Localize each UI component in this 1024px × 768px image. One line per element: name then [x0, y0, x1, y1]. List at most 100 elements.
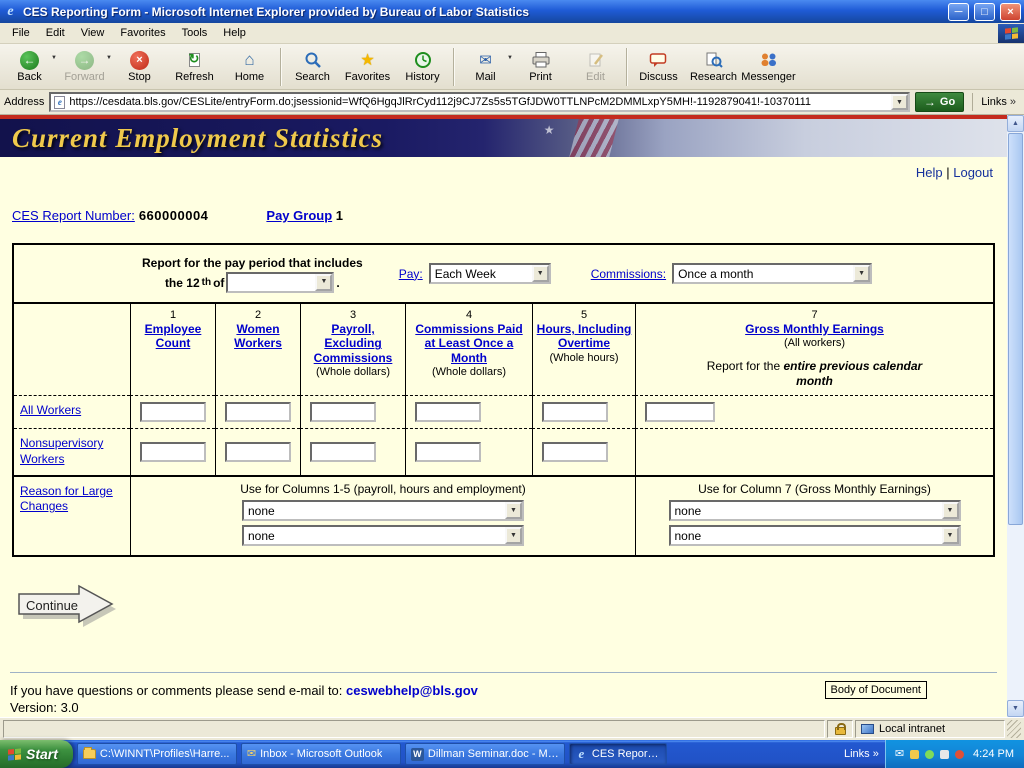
reason-col7-select-2[interactable]: none▼ — [669, 525, 961, 546]
tray-mail-icon[interactable]: ✉ — [895, 749, 904, 760]
continue-button[interactable]: Continue — [16, 584, 120, 630]
menu-tools[interactable]: Tools — [174, 24, 216, 42]
dropdown-arrow-icon[interactable]: ▼ — [505, 527, 522, 544]
nonsupervisory-women-workers-input[interactable] — [225, 442, 291, 462]
back-button[interactable]: ← ▼ Back — [2, 46, 57, 88]
close-button[interactable]: × — [1000, 3, 1021, 21]
minimize-button[interactable]: ─ — [948, 3, 969, 21]
all-workers-link[interactable]: All Workers — [20, 403, 81, 417]
print-button[interactable]: Print — [513, 46, 568, 88]
dropdown-arrow-icon[interactable]: ▼ — [942, 527, 959, 544]
nonsupervisory-payroll-input[interactable] — [310, 442, 376, 462]
dropdown-arrow-icon[interactable]: ▼ — [853, 265, 870, 282]
commissions-paid-link[interactable]: Commissions Paid at Least Once a Month — [415, 322, 522, 365]
go-button[interactable]: → Go — [915, 92, 964, 112]
nonsupervisory-commissions-input[interactable] — [415, 442, 481, 462]
all-workers-commissions-input[interactable] — [415, 402, 481, 422]
page-icon: e — [54, 96, 65, 109]
pay-select[interactable]: Each Week▼ — [429, 263, 551, 284]
all-workers-women-workers-input[interactable] — [225, 402, 291, 422]
taskbar-item-outlook[interactable]: ✉ Inbox - Microsoft Outlook — [241, 743, 401, 765]
messenger-button[interactable]: Messenger — [741, 46, 796, 88]
menu-edit[interactable]: Edit — [38, 24, 73, 42]
taskbar-clock[interactable]: 4:24 PM — [973, 748, 1014, 760]
pay-link[interactable]: Pay: — [399, 267, 423, 281]
menu-help[interactable]: Help — [215, 24, 254, 42]
scroll-down-button[interactable]: ▼ — [1007, 700, 1024, 717]
intranet-zone-icon — [861, 724, 874, 734]
status-zone-panel: Local intranet — [855, 720, 1005, 738]
dropdown-arrow-icon[interactable]: ▼ — [505, 502, 522, 519]
body-of-document-button[interactable]: Body of Document — [825, 681, 928, 700]
start-button[interactable]: Start — [0, 740, 73, 768]
column-header-commissions-paid: 4 Commissions Paid at Least Once a Month… — [405, 304, 532, 395]
resize-grip[interactable] — [1007, 720, 1021, 738]
address-dropdown-button[interactable]: ▼ — [891, 94, 908, 110]
all-workers-col7-cell — [635, 395, 993, 428]
reason-col7-select-1[interactable]: none▼ — [669, 500, 961, 521]
logout-link[interactable]: Logout — [953, 165, 993, 180]
stop-icon: × — [129, 50, 151, 70]
discuss-button[interactable]: Discuss — [631, 46, 686, 88]
taskbar-item-word[interactable]: W Dillman Seminar.doc - Mic... — [405, 743, 565, 765]
menu-favorites[interactable]: Favorites — [112, 24, 173, 42]
address-bar: Address e https://cesdata.bls.gov/CESLit… — [0, 90, 1024, 115]
page-content: Current Employment Statistics ★ Help | L… — [0, 115, 1007, 717]
commissions-link[interactable]: Commissions: — [591, 267, 666, 281]
payroll-link[interactable]: Payroll, Excluding Commissions — [314, 322, 393, 365]
tray-icon-white[interactable] — [940, 750, 949, 759]
reason-cols15-select-1[interactable]: none▼ — [242, 500, 524, 521]
nonsupervisory-row-label: Nonsupervisory Workers — [14, 428, 130, 474]
dropdown-arrow-icon[interactable]: ▼ — [942, 502, 959, 519]
contact-email-link[interactable]: ceswebhelp@bls.gov — [346, 683, 478, 698]
nonsupervisory-hours-input[interactable] — [542, 442, 608, 462]
help-link[interactable]: Help — [916, 165, 943, 180]
menu-file[interactable]: File — [4, 24, 38, 42]
all-workers-col2-cell — [215, 395, 300, 428]
report-number-link[interactable]: CES Report Number: — [12, 208, 135, 223]
report-header-line: CES Report Number:660000004Pay Group 1 — [12, 208, 1007, 223]
taskbar-item-ces-form[interactable]: e CES Reporting Form - ... — [569, 743, 667, 765]
research-button[interactable]: Research — [686, 46, 741, 88]
women-workers-link[interactable]: Women Workers — [234, 322, 282, 350]
reason-for-large-changes-link[interactable]: Reason for Large Changes — [20, 484, 113, 514]
scroll-up-button[interactable]: ▲ — [1007, 115, 1024, 132]
edit-button[interactable]: Edit — [568, 46, 623, 88]
pay-period-date-select[interactable]: ▼ — [226, 272, 334, 293]
menu-view[interactable]: View — [73, 24, 113, 42]
scroll-track[interactable] — [1007, 526, 1024, 700]
nonsupervisory-employee-count-input[interactable] — [140, 442, 206, 462]
address-input[interactable]: e https://cesdata.bls.gov/CESLite/entryF… — [49, 92, 910, 112]
vertical-scrollbar[interactable]: ▲ ▼ — [1007, 115, 1024, 717]
favorites-button[interactable]: ★ Favorites — [340, 46, 395, 88]
history-button[interactable]: History — [395, 46, 450, 88]
column-header-hours: 5 Hours, Including Overtime (Whole hours… — [532, 304, 635, 395]
tray-icon-green[interactable] — [925, 750, 934, 759]
dropdown-arrow-icon[interactable]: ▼ — [532, 265, 549, 282]
links-toolbar[interactable]: Links » — [981, 96, 1020, 108]
all-workers-gross-earnings-input[interactable] — [645, 402, 715, 422]
maximize-button[interactable]: □ — [974, 3, 995, 21]
all-workers-hours-input[interactable] — [542, 402, 608, 422]
dropdown-arrow-icon[interactable]: ▼ — [315, 274, 332, 291]
reason-cols15-select-2[interactable]: none▼ — [242, 525, 524, 546]
home-button[interactable]: ⌂ Home — [222, 46, 277, 88]
taskbar-links-toolbar[interactable]: Links » — [838, 748, 885, 760]
scroll-thumb[interactable] — [1008, 133, 1023, 525]
nonsupervisory-workers-link[interactable]: Nonsupervisory Workers — [20, 436, 103, 466]
refresh-button[interactable]: ↻ Refresh — [167, 46, 222, 88]
pay-group-link[interactable]: Pay Group — [266, 208, 332, 223]
commissions-select[interactable]: Once a month▼ — [672, 263, 872, 284]
forward-button[interactable]: → ▼ Forward — [57, 46, 112, 88]
mail-button[interactable]: ✉ ▼ Mail — [458, 46, 513, 88]
search-button[interactable]: Search — [285, 46, 340, 88]
hours-link[interactable]: Hours, Including Overtime — [537, 322, 632, 350]
stop-button[interactable]: × Stop — [112, 46, 167, 88]
gross-earnings-link[interactable]: Gross Monthly Earnings — [745, 322, 884, 336]
all-workers-payroll-input[interactable] — [310, 402, 376, 422]
tray-icon-red[interactable] — [955, 750, 964, 759]
employee-count-link[interactable]: Employee Count — [145, 322, 202, 350]
taskbar-item-explorer[interactable]: C:\WINNT\Profiles\Harre... — [77, 743, 237, 765]
tray-icon-yellow[interactable] — [910, 750, 919, 759]
all-workers-employee-count-input[interactable] — [140, 402, 206, 422]
